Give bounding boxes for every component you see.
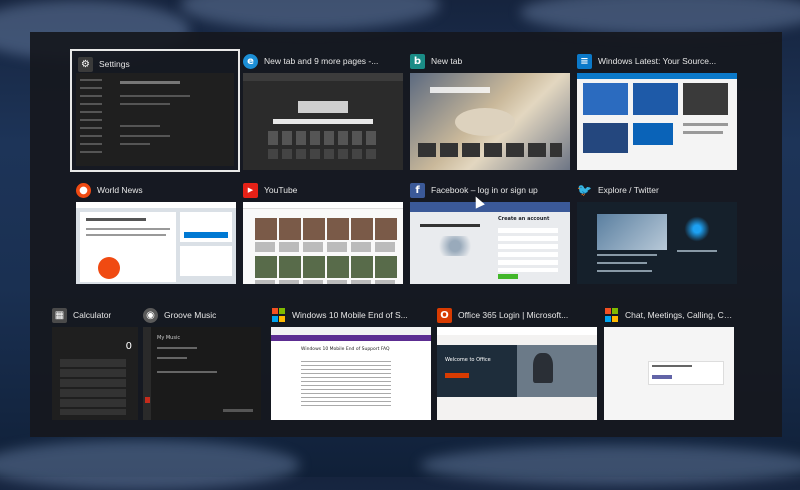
window-settings[interactable]: ⚙ Settings (70, 49, 240, 172)
microsoft-icon (604, 308, 619, 323)
window-office365[interactable]: O Office 365 Login | Microsoft... Welcom… (437, 305, 597, 420)
window-title: Facebook – log in or sign up (431, 185, 538, 195)
window-title: World News (97, 185, 143, 195)
window-title: Groove Music (164, 310, 217, 320)
groove-music-icon: ◉ (143, 307, 158, 323)
wallpaper-cloud (0, 440, 300, 490)
reddit-thumbnail (76, 202, 236, 284)
twitter-thumbnail (577, 202, 737, 284)
edge-thumbnail (243, 73, 403, 170)
window-groove-music[interactable]: ◉ Groove Music My Music (143, 305, 261, 420)
window-title: YouTube (264, 185, 298, 195)
window-youtube[interactable]: ▶ YouTube (243, 180, 403, 284)
window-edge-newtab[interactable]: e New tab and 9 more pages -... (243, 51, 403, 170)
window-title: New tab and 9 more pages -... (264, 56, 379, 66)
window-world-news[interactable]: ● World News (76, 180, 236, 284)
facebook-thumbnail: Create an account (410, 202, 570, 284)
window-title: Windows Latest: Your Source... (598, 56, 717, 66)
windows-latest-thumbnail (577, 73, 737, 170)
twitter-icon: 🐦 (577, 183, 592, 197)
window-title: Windows 10 Mobile End of S... (292, 310, 408, 320)
settings-thumbnail (76, 73, 234, 166)
window-win10-mobile[interactable]: Windows 10 Mobile End of S... Windows 10… (271, 305, 431, 420)
windows-latest-icon: ≡ (577, 53, 592, 69)
office-welcome: Welcome to Office (445, 357, 491, 363)
bing-thumbnail (410, 73, 570, 170)
reddit-icon: ● (76, 182, 91, 198)
groove-thumbnail: My Music (143, 327, 261, 420)
wallpaper-cloud (180, 0, 440, 30)
window-bing-newtab[interactable]: b New tab (410, 51, 570, 170)
win10-mobile-thumbnail: Windows 10 Mobile End of Support FAQ (271, 327, 431, 420)
window-title: Calculator (73, 310, 112, 320)
window-title: Office 365 Login | Microsoft... (458, 310, 569, 320)
edge-icon: e (243, 53, 258, 69)
window-title: Settings (99, 59, 130, 69)
fb-create-account-text: Create an account (498, 216, 550, 222)
calc-display: 0 (125, 341, 132, 352)
window-title: Chat, Meetings, Calling, Colla... (625, 310, 734, 320)
win10-heading: Windows 10 Mobile End of Support FAQ (301, 347, 390, 352)
bing-icon: b (410, 53, 425, 69)
groove-my-music: My Music (157, 335, 181, 341)
youtube-thumbnail (243, 202, 403, 284)
teams-thumbnail (604, 327, 734, 420)
office365-thumbnail: Welcome to Office (437, 327, 597, 420)
gear-icon: ⚙ (78, 56, 93, 72)
window-windows-latest[interactable]: ≡ Windows Latest: Your Source... (577, 51, 737, 170)
office-icon: O (437, 307, 452, 323)
window-title: New tab (431, 56, 463, 66)
window-teams-chat[interactable]: Chat, Meetings, Calling, Colla... (604, 305, 734, 420)
window-facebook[interactable]: f Facebook – log in or sign up Create an… (410, 180, 570, 284)
window-title: Explore / Twitter (598, 185, 659, 195)
window-twitter[interactable]: 🐦 Explore / Twitter (577, 180, 737, 284)
calculator-thumbnail: 0 (52, 327, 138, 420)
youtube-icon: ▶ (243, 182, 258, 198)
wallpaper-cloud (520, 0, 800, 35)
calculator-icon: ▦ (52, 307, 67, 323)
wallpaper-cloud (420, 445, 800, 485)
facebook-icon: f (410, 182, 425, 198)
microsoft-icon (271, 308, 286, 323)
window-calculator[interactable]: ▦ Calculator 0 (52, 305, 138, 420)
